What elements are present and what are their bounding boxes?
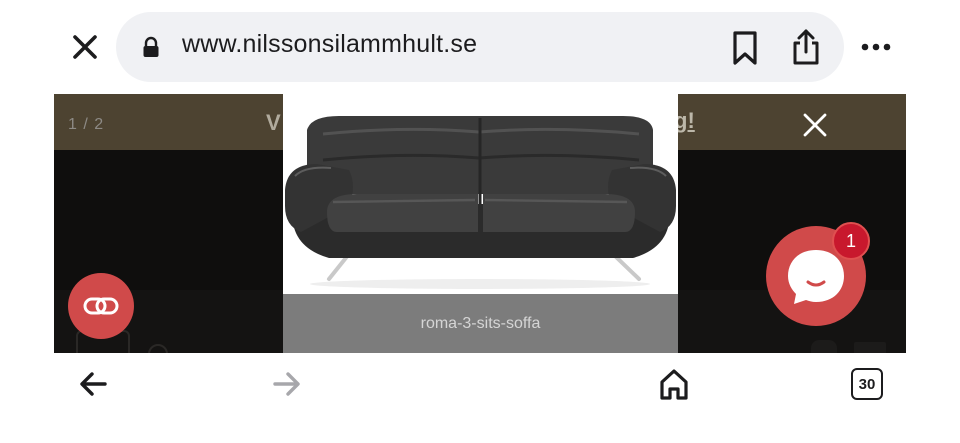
close-icon[interactable] xyxy=(68,30,102,64)
arrow-right-icon[interactable] xyxy=(272,370,302,398)
heart-icon xyxy=(811,340,837,353)
browser-bottom-bar xyxy=(0,353,960,443)
image-caption: roma-3-sits-soffa xyxy=(283,294,678,353)
arrow-left-icon[interactable] xyxy=(78,370,108,398)
lock-icon xyxy=(143,36,159,57)
more-icon[interactable] xyxy=(860,33,892,61)
sofa-illustration xyxy=(285,116,676,289)
home-icon[interactable] xyxy=(658,367,690,401)
chat-notification-badge: 1 xyxy=(832,222,870,260)
url-text[interactable]: www.nilssonsilammhult.se xyxy=(182,30,477,59)
banner-text-partial-left: V xyxy=(266,110,281,135)
lightbox-figure: roma-3-sits-soffa xyxy=(283,94,678,353)
bookmark-icon[interactable] xyxy=(730,30,760,66)
close-icon[interactable] xyxy=(800,110,830,140)
cart-icon xyxy=(854,342,886,353)
link-button[interactable] xyxy=(68,273,134,339)
share-icon[interactable] xyxy=(790,28,822,66)
lightbox-counter: 1 / 2 xyxy=(68,116,105,133)
link-icon xyxy=(83,297,119,315)
sofa-image[interactable] xyxy=(283,94,678,294)
tabs-button[interactable]: 30 xyxy=(851,368,883,400)
